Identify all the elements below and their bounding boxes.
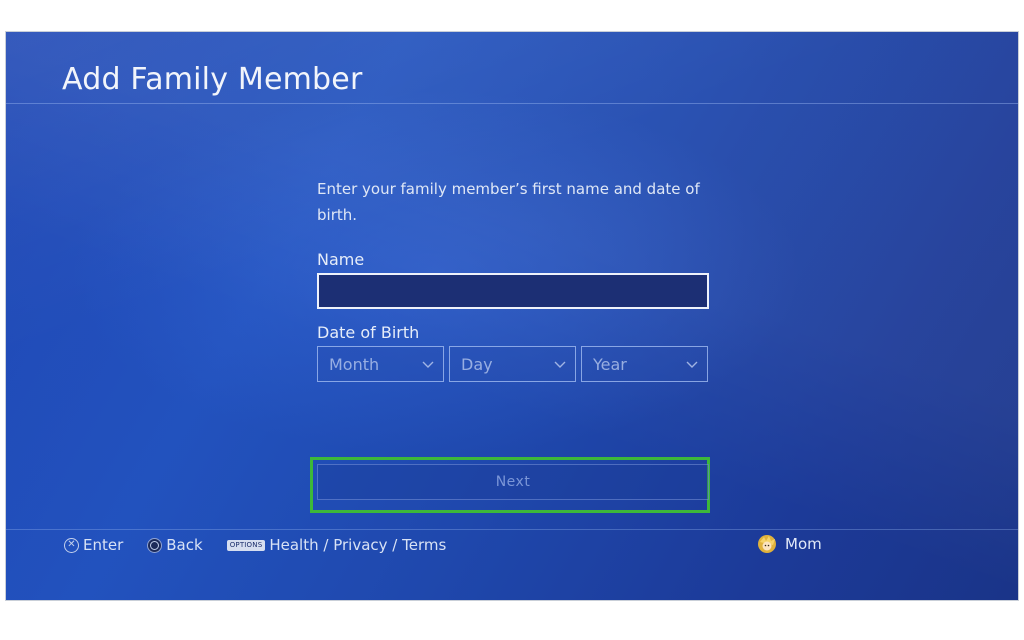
chevron-down-icon bbox=[422, 361, 434, 368]
ps4-screen: Add Family Member Enter your family memb… bbox=[6, 32, 1018, 600]
user-name: Mom bbox=[785, 535, 822, 553]
name-label: Name bbox=[317, 250, 365, 269]
month-select[interactable]: Month bbox=[317, 346, 444, 382]
form-instructions: Enter your family member’s first name an… bbox=[317, 180, 700, 224]
page-title: Add Family Member bbox=[62, 62, 363, 97]
title-divider bbox=[6, 103, 1018, 104]
back-hint: Back bbox=[147, 536, 203, 554]
options-button-icon: OPTIONS bbox=[226, 539, 266, 551]
name-input[interactable] bbox=[317, 273, 709, 309]
links-label: Health / Privacy / Terms bbox=[269, 536, 447, 554]
options-hint: OPTIONS Health / Privacy / Terms bbox=[226, 536, 447, 554]
year-select-label: Year bbox=[593, 354, 627, 374]
current-user: Mom bbox=[757, 534, 822, 554]
button-hints-bar: ✕ Enter Back OPTIONS Health / Privacy / … bbox=[64, 535, 470, 555]
next-button[interactable]: Next bbox=[317, 464, 709, 500]
chevron-down-icon bbox=[686, 361, 698, 368]
year-select[interactable]: Year bbox=[581, 346, 708, 382]
day-select-label: Day bbox=[461, 354, 493, 374]
enter-hint: ✕ Enter bbox=[64, 536, 123, 554]
back-hint-label: Back bbox=[166, 536, 203, 554]
family-member-form: Enter your family member’s first name an… bbox=[317, 176, 709, 382]
dob-selectors: Month Day Year bbox=[317, 346, 709, 382]
month-select-label: Month bbox=[329, 354, 380, 374]
day-select[interactable]: Day bbox=[449, 346, 576, 382]
circle-button-icon bbox=[147, 537, 163, 553]
footer-divider bbox=[6, 529, 1018, 530]
chevron-down-icon bbox=[554, 361, 566, 368]
cross-button-icon: ✕ bbox=[64, 537, 79, 553]
dob-label: Date of Birth bbox=[317, 323, 420, 342]
enter-hint-label: Enter bbox=[83, 536, 124, 554]
user-avatar-icon bbox=[758, 535, 776, 553]
